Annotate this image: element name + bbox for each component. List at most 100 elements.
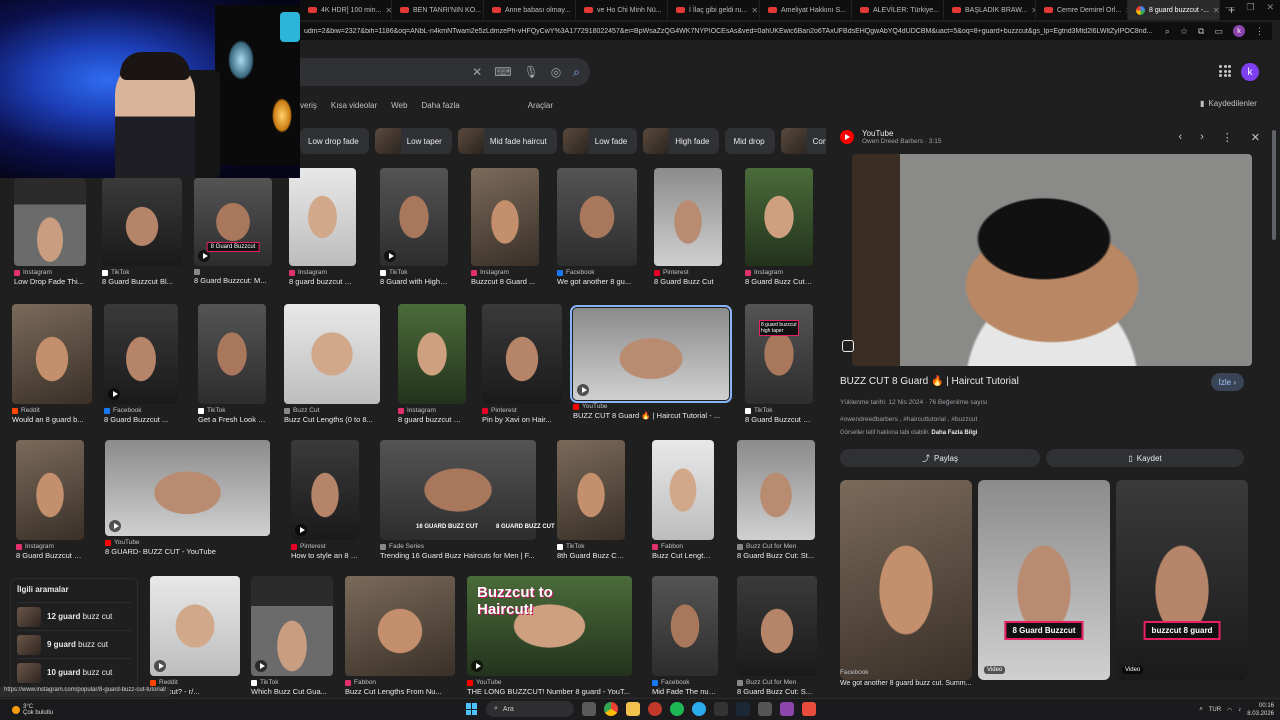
share-button[interactable]: ⤴ Paylaş xyxy=(840,449,1040,467)
image-result[interactable]: Instagram 8 Guard Buzz Cut T... xyxy=(745,168,813,286)
next-icon[interactable]: › xyxy=(1200,131,1204,144)
image-result[interactable]: Buzz Cut for Men 8 Guard Buzz Cut: St... xyxy=(737,440,815,560)
result-source[interactable]: Fade Series xyxy=(380,543,536,550)
result-source[interactable]: TikTok xyxy=(198,407,266,414)
previous-icon[interactable]: ‹ xyxy=(1178,131,1182,144)
result-source[interactable]: Reddit xyxy=(150,679,240,686)
result-title[interactable]: Buzz Cut Lengths From Nu... xyxy=(345,687,455,696)
result-title[interactable]: Low Drop Fade Thi... xyxy=(14,277,86,286)
result-title[interactable]: How to style an 8 gu... xyxy=(291,551,359,560)
result-source[interactable]: Buzz Cut xyxy=(284,407,380,414)
result-thumbnail[interactable] xyxy=(737,440,815,540)
opera-icon[interactable] xyxy=(648,702,662,716)
watch-button[interactable]: İzle › xyxy=(1210,373,1244,391)
chrome-icon[interactable] xyxy=(604,702,618,716)
result-thumbnail[interactable] xyxy=(745,304,813,404)
result-thumbnail[interactable] xyxy=(104,304,178,404)
result-thumbnail[interactable] xyxy=(745,168,813,266)
image-result[interactable]: Facebook 8 Guard Buzzcut ... xyxy=(104,304,178,424)
result-thumbnail[interactable] xyxy=(102,178,182,266)
image-result[interactable]: TikTok 8 Guard with High T... xyxy=(380,168,448,286)
result-source[interactable]: TikTok xyxy=(251,679,333,686)
result-thumbnail[interactable] xyxy=(251,576,333,676)
account-avatar[interactable]: k xyxy=(1241,63,1259,81)
browser-tab[interactable]: BAŞLADIK BRAW...✕ xyxy=(944,0,1036,20)
chevron-up-icon[interactable]: ˄ xyxy=(1199,707,1203,713)
obs-icon[interactable] xyxy=(714,702,728,716)
app-icon[interactable] xyxy=(802,702,816,716)
result-thumbnail[interactable] xyxy=(12,304,92,404)
result-thumbnail[interactable] xyxy=(105,440,270,536)
result-title[interactable]: 8 Guard Buzzcut W... xyxy=(16,551,84,560)
menu-dots-icon[interactable]: ⋮ xyxy=(1255,26,1264,37)
image-result[interactable]: Pinterest Pin by Xavi on Hair... xyxy=(482,304,562,424)
result-title[interactable]: 8 Guard with High T... xyxy=(380,277,448,286)
result-thumbnail[interactable] xyxy=(652,576,718,676)
image-result[interactable]: Buzz Cut for Men 8 Guard Buzz Cut: S... xyxy=(737,576,817,696)
browser-tab[interactable]: 8 guard buzzcut -... ✕ xyxy=(1128,0,1220,20)
app-icon[interactable] xyxy=(780,702,794,716)
close-window-icon[interactable]: ✕ xyxy=(1266,2,1274,13)
image-result[interactable]: Reddit buzz cut? - r/... xyxy=(150,576,240,696)
result-title[interactable]: 8 Guard Buzz Cut T... xyxy=(745,277,813,286)
browser-tab[interactable]: ALEVİLER: Türkiye...✕ xyxy=(852,0,944,20)
result-source[interactable]: Instagram xyxy=(16,543,84,550)
result-source[interactable]: Instagram xyxy=(398,407,466,414)
extensions-icon[interactable]: ⧉ xyxy=(1198,26,1204,37)
result-title[interactable]: 8 guard buzzcut 😘 ... xyxy=(289,277,356,286)
result-thumbnail[interactable] xyxy=(380,168,448,266)
image-result[interactable]: YouTube 8 GUARD- BUZZ CUT - YouTube xyxy=(105,440,270,556)
related-search-item[interactable]: 9 guard buzz cut xyxy=(17,630,131,658)
save-button[interactable]: ▯ Kaydet xyxy=(1046,449,1244,467)
image-result[interactable]: Buzz Cut Buzz Cut Lengths (0 to 8... xyxy=(284,304,380,424)
result-source[interactable]: TikTok xyxy=(102,269,182,276)
result-source[interactable]: YouTube xyxy=(105,539,270,546)
related-image[interactable] xyxy=(840,480,972,680)
result-title[interactable]: 8 Guard Buzzcut: M... xyxy=(194,276,272,285)
close-icon[interactable]: ✕ xyxy=(1251,131,1260,144)
result-source[interactable]: Instagram xyxy=(14,269,86,276)
scrollbar[interactable] xyxy=(1272,130,1276,240)
image-result[interactable]: Instagram 8 guard buzzcut 🕸 ... xyxy=(398,304,466,424)
search-page-icon[interactable]: ⌕ xyxy=(1165,26,1170,37)
result-source[interactable]: Fabbon xyxy=(652,543,714,550)
related-search-item[interactable]: 12 guard buzz cut xyxy=(17,602,131,630)
result-title[interactable]: Mid Fade The numb... xyxy=(652,687,718,696)
result-source[interactable]: Instagram xyxy=(289,269,356,276)
result-source[interactable] xyxy=(194,269,272,275)
image-result[interactable]: Fabbon Buzz Cut Lengths From Nu... xyxy=(345,576,455,696)
image-result[interactable]: YouTube BUZZ CUT 8 Guard 🔥 | Haircut Tuto… xyxy=(570,305,732,420)
image-result[interactable]: TikTok 8 Guard Buzzcut Bl... xyxy=(102,178,182,286)
image-result[interactable]: Instagram 8 guard buzzcut 😘 ... xyxy=(289,168,356,286)
result-source[interactable]: Pinterest xyxy=(654,269,722,276)
image-result[interactable]: Pinterest How to style an 8 gu... xyxy=(291,440,359,560)
result-thumbnail[interactable] xyxy=(654,168,722,266)
result-source[interactable]: Facebook xyxy=(104,407,178,414)
preview-image[interactable] xyxy=(852,154,1252,366)
result-thumbnail[interactable] xyxy=(471,168,539,266)
image-result[interactable]: Facebook We got another 8 gu... xyxy=(557,168,637,286)
result-source[interactable]: Instagram xyxy=(745,269,813,276)
profile-avatar[interactable]: k xyxy=(1233,25,1245,37)
related-image[interactable]: 8 Guard Buzzcut Video xyxy=(978,480,1110,680)
clock[interactable]: 00:16 8.03.2026 xyxy=(1247,702,1274,718)
image-result[interactable]: TikTok Get a Fresh Look wi... xyxy=(198,304,266,424)
lens-search-icon[interactable] xyxy=(842,340,854,352)
image-result[interactable]: Instagram Low Drop Fade Thi... xyxy=(14,178,86,286)
result-source[interactable]: Pinterest xyxy=(482,407,562,414)
result-title[interactable]: Buzz Cut Lengths (0 to 8... xyxy=(284,415,380,424)
lang-indicator[interactable]: TUR xyxy=(1209,707,1221,713)
result-thumbnail[interactable] xyxy=(16,440,84,540)
result-title[interactable]: We got another 8 gu... xyxy=(557,277,637,286)
image-result[interactable]: Instagram Buzzcut 8 Guard ... xyxy=(471,168,539,286)
result-thumbnail[interactable] xyxy=(557,168,637,266)
result-thumbnail[interactable] xyxy=(284,304,380,404)
result-title[interactable]: BUZZ CUT 8 Guard 🔥 | Haircut Tutorial - … xyxy=(573,411,729,420)
result-source[interactable]: Buzz Cut for Men xyxy=(737,679,817,686)
more-options-icon[interactable]: ⋮ xyxy=(1222,131,1233,144)
image-result[interactable]: FabbonBuzz Cut Lengths F... xyxy=(652,440,714,560)
image-result[interactable]: Fade Series Trending 16 Guard Buzz Haircu… xyxy=(380,440,536,560)
result-source[interactable]: TikTok xyxy=(557,543,625,550)
result-title[interactable]: 8 Guard Buzzcut ... xyxy=(104,415,178,424)
result-title[interactable]: 8th Guard Buzz Cut... xyxy=(557,551,625,560)
